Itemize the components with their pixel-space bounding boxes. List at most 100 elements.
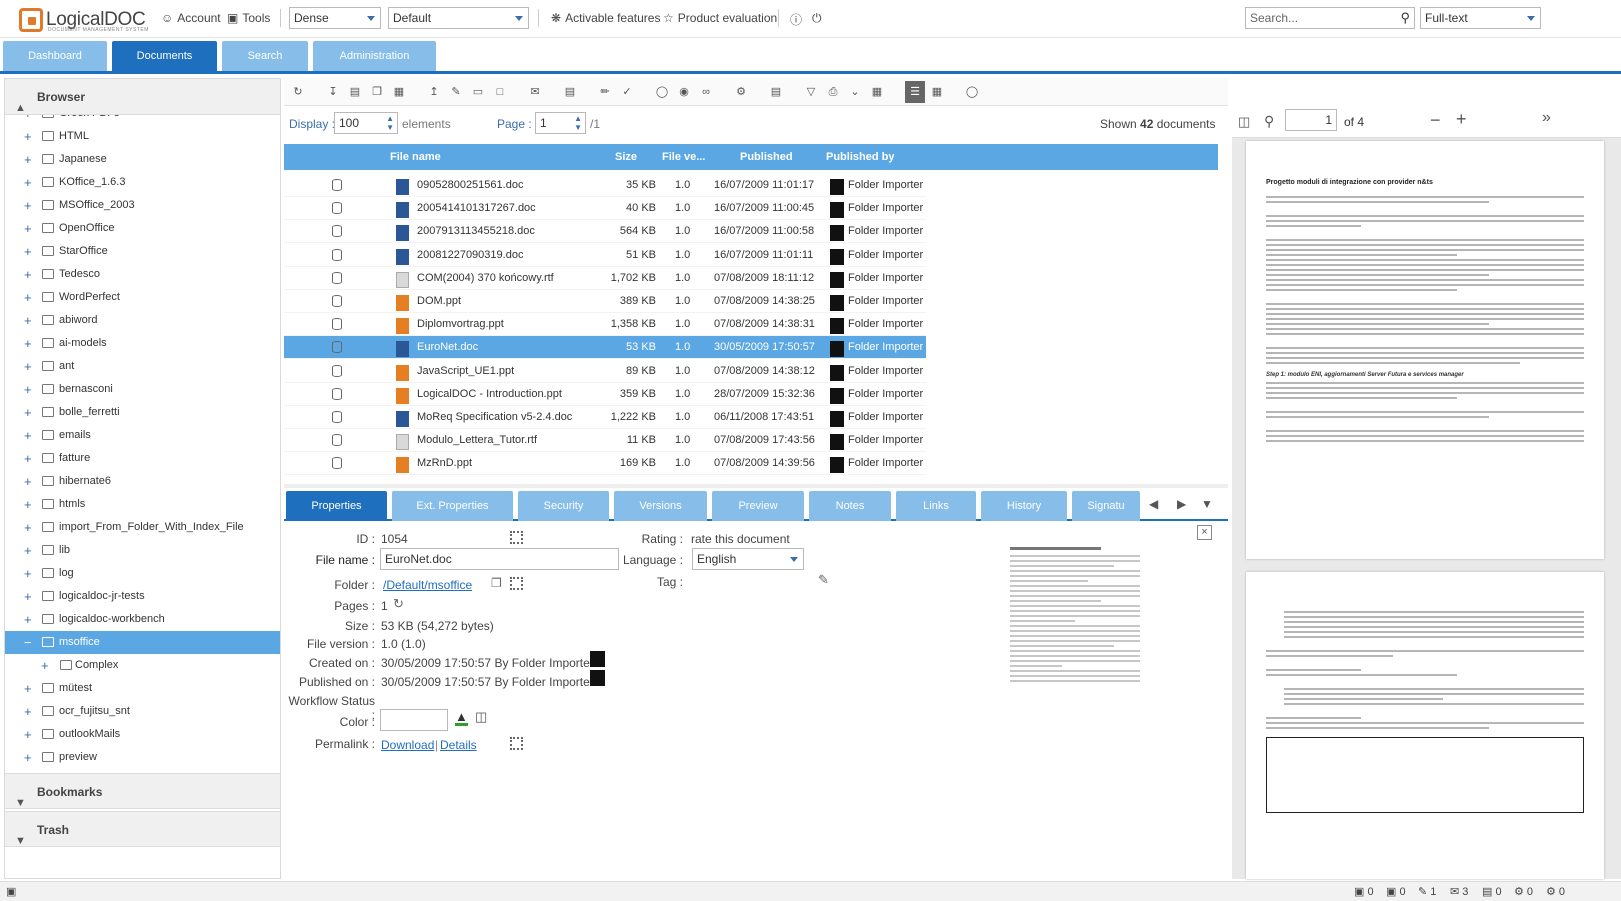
download-link[interactable]: Download <box>381 738 434 752</box>
expand-icon[interactable]: + <box>24 516 32 539</box>
rating-value[interactable]: rate this document <box>691 532 790 546</box>
tree-item[interactable]: + hibernate6 <box>5 470 280 493</box>
document-icon[interactable]: □ <box>493 85 507 99</box>
expand-icon[interactable]: + <box>41 654 49 677</box>
tree-item[interactable]: + Japanese <box>5 148 280 171</box>
expand-icon[interactable]: + <box>24 424 32 447</box>
tree-item[interactable]: + fatture <box>5 447 280 470</box>
product-evaluation-button[interactable]: ☆ Product evaluation <box>663 11 777 25</box>
column-published-by[interactable]: Published by <box>826 151 894 163</box>
workflow-icon[interactable]: ⚙ <box>734 85 748 99</box>
tree-item[interactable]: + logicaldoc-workbench <box>5 608 280 631</box>
download-pdf-icon[interactable]: ▤ <box>348 85 362 99</box>
table-row[interactable]: 09052800251561.doc 35 KB 1.0 16/07/2009 11:… <box>284 174 926 197</box>
expand-icon[interactable]: + <box>24 125 32 148</box>
expand-icon[interactable]: + <box>24 401 32 424</box>
tree-item[interactable]: + HTML <box>5 125 280 148</box>
expand-icon[interactable]: + <box>24 493 32 516</box>
expand-icon[interactable]: + <box>24 286 32 309</box>
page-input[interactable]: 1 ▲ ▼ <box>535 112 586 134</box>
account-menu[interactable]: ☺ Account <box>161 11 221 25</box>
table-row[interactable]: EuroNet.doc 53 KB 1.0 30/05/2009 17:50:57 Fo… <box>284 336 926 360</box>
collapse-icon[interactable]: − <box>24 631 32 654</box>
tab-preview[interactable]: Preview <box>712 491 804 521</box>
windows-icon[interactable]: ▦ <box>392 85 406 99</box>
table-row[interactable]: 2005414101317267.doc 40 KB 1.0 16/07/2009 1… <box>284 197 926 221</box>
tree-item[interactable]: + StarOffice <box>5 240 280 263</box>
tab-ext-properties[interactable]: Ext. Properties <box>392 491 513 521</box>
qrcode-icon[interactable] <box>510 737 523 750</box>
trash-icon[interactable]: ◫ <box>475 709 487 725</box>
refresh-icon[interactable]: ↻ <box>291 85 305 99</box>
expand-icon[interactable]: + <box>24 585 32 608</box>
search-mode-select[interactable]: Full-text <box>1420 7 1541 29</box>
expand-icon[interactable]: + <box>24 723 32 746</box>
tab-links[interactable]: Links <box>896 491 976 521</box>
expand-icon[interactable]: + <box>24 309 32 332</box>
toggle-icon[interactable]: ◯ <box>965 85 979 99</box>
scanner-icon[interactable]: ▭ <box>471 85 485 99</box>
tree-item[interactable]: + ai-models <box>5 332 280 355</box>
display-count-input[interactable]: 100 ▲ ▼ <box>334 112 398 134</box>
tree-item[interactable]: + emails <box>5 424 280 447</box>
edit-doc-icon[interactable]: ✏ <box>598 85 612 99</box>
tab-properties[interactable]: Properties <box>286 491 387 521</box>
tabs-scroll-right-icon[interactable]: ▶ <box>1177 497 1186 511</box>
tree-item[interactable]: + preview <box>5 746 280 769</box>
expand-icon[interactable]: + <box>24 355 32 378</box>
preview-page-input[interactable]: 1 <box>1285 109 1337 131</box>
tree-item[interactable]: + mütest <box>5 677 280 700</box>
tree-item[interactable]: + htmls <box>5 493 280 516</box>
glasses-icon[interactable]: ∞ <box>699 85 713 99</box>
tab-notes[interactable]: Notes <box>809 491 891 521</box>
tabs-scroll-left-icon[interactable]: ◀ <box>1149 497 1158 511</box>
table-row[interactable]: MoReq Specification v5-2.4.doc 1,222 KB 1.… <box>284 406 926 429</box>
table-row[interactable]: Modulo_Lettera_Tutor.rtf 11 KB 1.0 07/08/20… <box>284 429 926 453</box>
more-tools-icon[interactable]: » <box>1542 109 1551 127</box>
zoom-out-icon[interactable]: − <box>1430 110 1441 131</box>
tab-signature[interactable]: Signatu <box>1072 491 1140 521</box>
calendar-icon[interactable]: ▤ <box>769 85 783 99</box>
tab-documents[interactable]: Documents <box>112 41 217 71</box>
workflows-count[interactable]: ⚙ 0 <box>1514 885 1533 898</box>
expand-down-icon[interactable]: ⌄ <box>848 85 862 99</box>
copy-path-icon[interactable]: ❐ <box>491 576 502 590</box>
table-row[interactable]: LogicalDOC - Introduction.ppt 359 KB 1.0 28… <box>284 383 926 406</box>
language-select[interactable]: English <box>692 548 804 570</box>
table-row[interactable]: COM(2004) 370 końcowy.rtf 1,702 KB 1.0 07/0… <box>284 267 926 290</box>
tasks-count[interactable]: ⚙ 0 <box>1546 885 1565 898</box>
table-row[interactable]: 20081227090319.doc 51 KB 1.0 16/07/2009 11:… <box>284 244 926 267</box>
tree-item[interactable]: + bernasconi <box>5 378 280 401</box>
tree-item[interactable]: + ocr_fujitsu_snt <box>5 700 280 723</box>
activable-features-button[interactable]: ❋ Activable features <box>551 11 660 25</box>
column-file-version[interactable]: File ve... <box>662 151 705 163</box>
tree-item[interactable]: + Tedesco <box>5 263 280 286</box>
expand-icon[interactable]: + <box>24 217 32 240</box>
column-published[interactable]: Published <box>740 151 793 163</box>
spinner-icon[interactable]: ▲ ▼ <box>386 114 394 132</box>
drop-icon[interactable]: ◯ <box>655 85 669 99</box>
workspace-select[interactable]: Default <box>388 7 529 29</box>
help-icon[interactable]: ⓘ <box>790 11 802 28</box>
document-thumbnail[interactable] <box>1010 545 1140 705</box>
density-select[interactable]: Dense <box>289 7 381 29</box>
tools-menu[interactable]: ▣ Tools <box>227 11 270 25</box>
tab-administration[interactable]: Administration <box>313 41 436 71</box>
tree-item[interactable]: + logicaldoc-jr-tests <box>5 585 280 608</box>
close-icon[interactable]: × <box>1197 525 1212 540</box>
table-row[interactable]: JavaScript_UE1.ppt 89 KB 1.0 07/08/2009 14:… <box>284 360 926 383</box>
edit-tags-icon[interactable]: ✎ <box>818 572 829 588</box>
expand-icon[interactable]: + <box>24 608 32 631</box>
locked-count[interactable]: ▣ 0 <box>1354 885 1374 898</box>
signed-count[interactable]: ✎ 1 <box>1418 885 1436 898</box>
save-icon[interactable]: ▦ <box>870 85 884 99</box>
expand-icon[interactable]: + <box>24 240 32 263</box>
tree-item[interactable]: + OpenOffice <box>5 217 280 240</box>
details-link[interactable]: Details <box>440 738 477 752</box>
expand-icon[interactable]: + <box>24 539 32 562</box>
search-input[interactable]: Search... ⚲ <box>1245 7 1415 29</box>
tree-item[interactable]: + Complex <box>5 654 280 677</box>
tree-item[interactable]: + WordPerfect <box>5 286 280 309</box>
tree-item[interactable]: + outlookMails <box>5 723 280 746</box>
events-count[interactable]: ▤ 0 <box>1482 885 1502 898</box>
